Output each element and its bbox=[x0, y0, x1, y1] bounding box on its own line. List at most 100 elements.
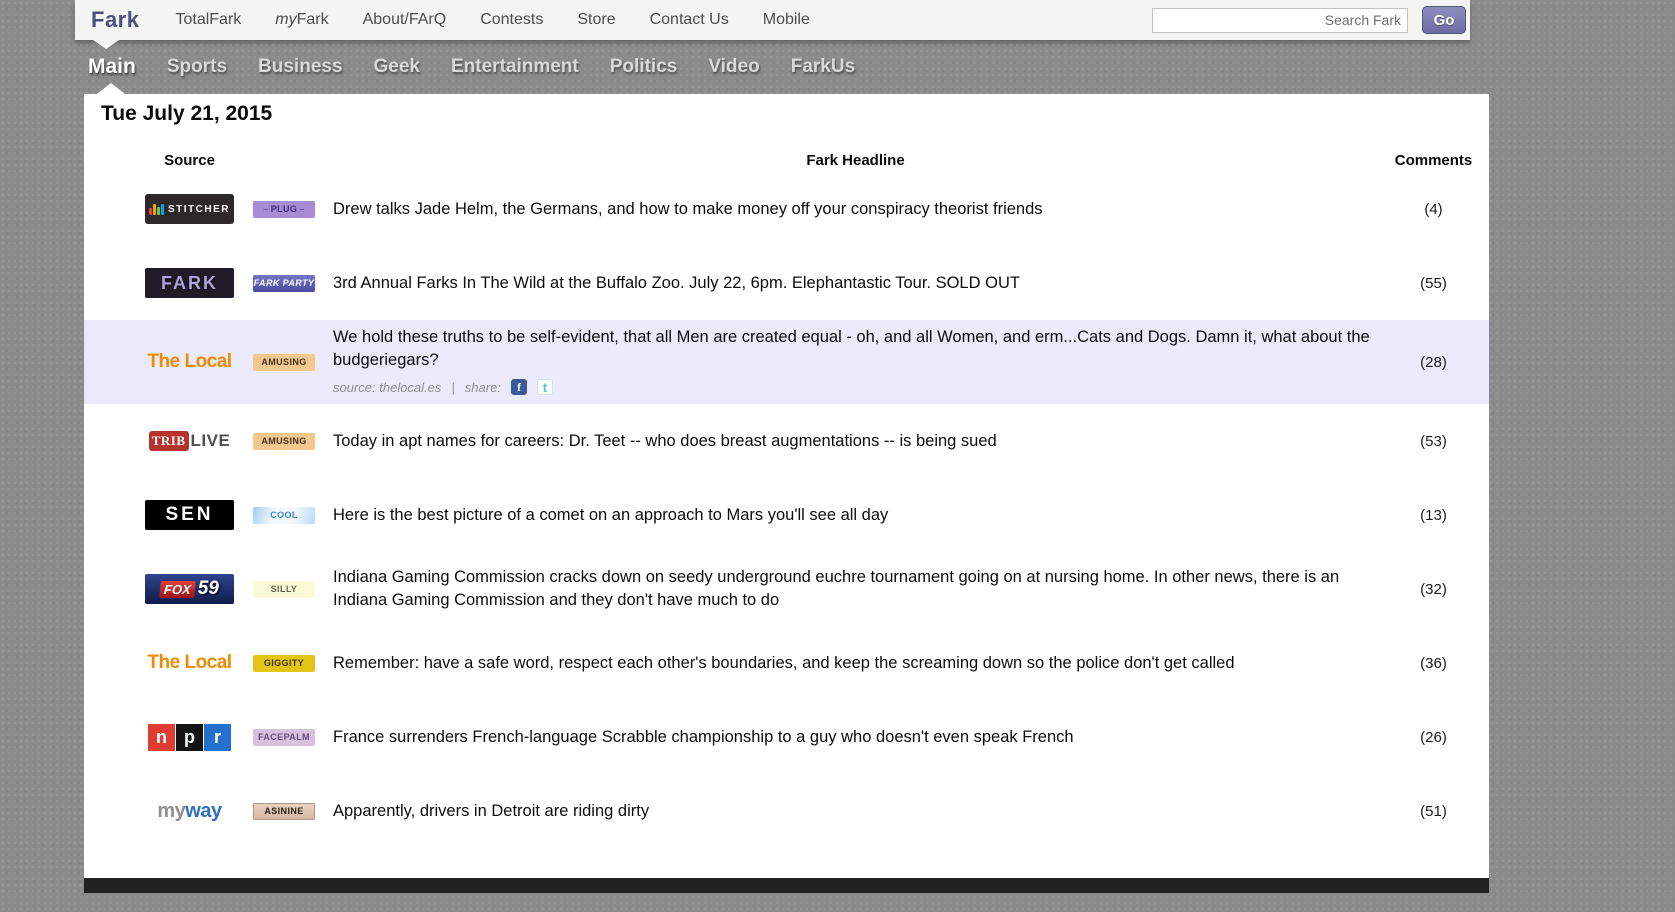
comments-count-link[interactable]: (26) bbox=[1378, 729, 1489, 746]
tag-asinine[interactable]: ASININE bbox=[253, 803, 315, 820]
search-input[interactable] bbox=[1152, 8, 1408, 33]
table-row: n p r FACEPALM France surrenders French-… bbox=[84, 700, 1489, 774]
fark-logo-icon: FARK bbox=[145, 268, 234, 298]
table-row: FOX 59 SILLY Indiana Gaming Commission c… bbox=[84, 552, 1489, 626]
facebook-share-icon[interactable]: f bbox=[511, 379, 527, 395]
source-share-line: source: thelocal.es | share: f t bbox=[333, 376, 1378, 399]
table-row-highlighted: The Local AMUSING We hold these truths t… bbox=[84, 320, 1489, 404]
tab-politics[interactable]: Politics bbox=[610, 56, 678, 78]
share-label: share: bbox=[465, 376, 501, 399]
section-navigation: Main Sports Business Geek Entertainment … bbox=[88, 40, 1675, 94]
npr-logo-r: r bbox=[204, 724, 231, 751]
source-logo-fark[interactable]: FARK bbox=[145, 268, 234, 298]
tab-entertainment[interactable]: Entertainment bbox=[451, 56, 579, 78]
nav-about-farq[interactable]: About/FArQ bbox=[363, 11, 447, 29]
comments-count-link[interactable]: (55) bbox=[1378, 275, 1489, 292]
comments-count-link[interactable]: (4) bbox=[1378, 201, 1489, 218]
sen-logo-text: SEN bbox=[165, 504, 213, 526]
top-navigation-bar: Fark TotalFark myFark About/FArQ Contest… bbox=[75, 0, 1470, 40]
table-row: STITCHER PLUG Drew talks Jade Helm, the … bbox=[84, 172, 1489, 246]
active-section-notch bbox=[97, 83, 125, 94]
stitcher-logo-icon: STITCHER bbox=[145, 194, 234, 224]
source-logo-fox59[interactable]: FOX 59 bbox=[145, 574, 234, 604]
thelocal-logo-text: The Local bbox=[147, 652, 231, 674]
headline-link[interactable]: Drew talks Jade Helm, the Germans, and h… bbox=[333, 198, 1378, 221]
comments-count-link[interactable]: (51) bbox=[1378, 803, 1489, 820]
headline-link[interactable]: Today in apt names for careers: Dr. Teet… bbox=[333, 430, 1378, 453]
equalizer-bars-icon bbox=[149, 203, 164, 215]
nav-contact-us[interactable]: Contact Us bbox=[650, 11, 729, 29]
source-domain[interactable]: source: thelocal.es bbox=[333, 376, 441, 399]
headline-link[interactable]: Remember: have a safe word, respect each… bbox=[333, 652, 1378, 675]
tab-sports[interactable]: Sports bbox=[167, 56, 227, 78]
tab-video[interactable]: Video bbox=[708, 56, 759, 78]
twitter-share-icon[interactable]: t bbox=[537, 379, 553, 395]
headline-link[interactable]: Here is the best picture of a comet on a… bbox=[333, 504, 1378, 527]
comments-count-link[interactable]: (53) bbox=[1378, 433, 1489, 450]
source-logo-sen[interactable]: SEN bbox=[145, 500, 234, 530]
header-comments: Comments bbox=[1378, 152, 1489, 169]
tab-business[interactable]: Business bbox=[258, 56, 342, 78]
comments-count-link[interactable]: (28) bbox=[1378, 354, 1489, 371]
table-row: The Local GIGGITY Remember: have a safe … bbox=[84, 626, 1489, 700]
table-row: TRIB LIVE AMUSING Today in apt names for… bbox=[84, 404, 1489, 478]
tab-geek[interactable]: Geek bbox=[374, 56, 420, 78]
source-logo-thelocal[interactable]: The Local bbox=[145, 347, 234, 377]
table-row: FARK FARK PARTY 3rd Annual Farks In The … bbox=[84, 246, 1489, 320]
headline-link[interactable]: Indiana Gaming Commission cracks down on… bbox=[333, 566, 1378, 612]
headline-link[interactable]: France surrenders French-language Scrabb… bbox=[333, 726, 1378, 749]
fox59-logo-icon: FOX 59 bbox=[145, 574, 234, 604]
header-source: Source bbox=[145, 152, 234, 169]
thelocal-logo-text: The Local bbox=[147, 351, 231, 373]
tag-giggity[interactable]: GIGGITY bbox=[253, 655, 315, 672]
comments-count-link[interactable]: (36) bbox=[1378, 655, 1489, 672]
date-heading: Tue July 21, 2015 bbox=[101, 102, 1489, 126]
search-go-button[interactable]: Go bbox=[1422, 6, 1466, 34]
nav-mobile[interactable]: Mobile bbox=[763, 11, 810, 29]
headline-link[interactable]: We hold these truths to be self-evident,… bbox=[333, 328, 1370, 369]
headline-link[interactable]: 3rd Annual Farks In The Wild at the Buff… bbox=[333, 272, 1378, 295]
comments-count-link[interactable]: (13) bbox=[1378, 507, 1489, 524]
table-row: SEN COOL Here is the best picture of a c… bbox=[84, 478, 1489, 552]
header-fark-headline: Fark Headline bbox=[333, 152, 1378, 169]
fox59-logo-fox: FOX bbox=[159, 581, 196, 598]
triblive-logo-icon: TRIB LIVE bbox=[145, 426, 234, 456]
tab-main[interactable]: Main bbox=[88, 55, 136, 79]
tag-cool[interactable]: COOL bbox=[253, 507, 315, 524]
headline-block: We hold these truths to be self-evident,… bbox=[333, 326, 1378, 399]
nav-store[interactable]: Store bbox=[577, 11, 615, 29]
tag-facepalm[interactable]: FACEPALM bbox=[253, 729, 315, 746]
source-logo-triblive[interactable]: TRIB LIVE bbox=[145, 426, 234, 456]
myfark-rest: Fark bbox=[297, 11, 329, 28]
nav-totalfark[interactable]: TotalFark bbox=[175, 11, 241, 29]
sen-logo-icon: SEN bbox=[145, 500, 234, 530]
tag-amusing[interactable]: AMUSING bbox=[253, 354, 315, 371]
npr-logo-icon: n p r bbox=[145, 722, 234, 752]
tag-plug[interactable]: PLUG bbox=[253, 201, 315, 218]
triblive-logo-live: LIVE bbox=[191, 431, 231, 451]
myway-logo-icon: my way bbox=[145, 796, 234, 826]
tag-fark-party[interactable]: FARK PARTY bbox=[253, 275, 315, 292]
source-logo-myway[interactable]: my way bbox=[145, 796, 234, 826]
bottom-dark-strip bbox=[84, 878, 1489, 893]
table-header-row: Source Fark Headline Comments bbox=[84, 148, 1489, 172]
tab-farkus[interactable]: FarkUs bbox=[791, 56, 855, 78]
myway-logo-my: my bbox=[157, 800, 185, 823]
fark-logo-text: FARK bbox=[161, 273, 218, 294]
source-logo-thelocal[interactable]: The Local bbox=[145, 648, 234, 678]
myfark-prefix: my bbox=[275, 11, 296, 28]
npr-logo-p: p bbox=[176, 724, 203, 751]
tag-silly[interactable]: SILLY bbox=[253, 581, 315, 598]
headline-link[interactable]: Apparently, drivers in Detroit are ridin… bbox=[333, 800, 1378, 823]
tag-amusing[interactable]: AMUSING bbox=[253, 433, 315, 450]
fark-logo[interactable]: Fark bbox=[91, 7, 139, 33]
nav-myfark[interactable]: myFark bbox=[275, 11, 328, 29]
active-tab-notch bbox=[93, 40, 119, 49]
nav-contests[interactable]: Contests bbox=[480, 11, 543, 29]
triblive-logo-trib: TRIB bbox=[149, 431, 189, 451]
npr-logo-n: n bbox=[148, 724, 175, 751]
stitcher-logo-text: STITCHER bbox=[168, 204, 230, 215]
comments-count-link[interactable]: (32) bbox=[1378, 581, 1489, 598]
source-logo-stitcher[interactable]: STITCHER bbox=[145, 194, 234, 224]
source-logo-npr[interactable]: n p r bbox=[145, 722, 234, 752]
